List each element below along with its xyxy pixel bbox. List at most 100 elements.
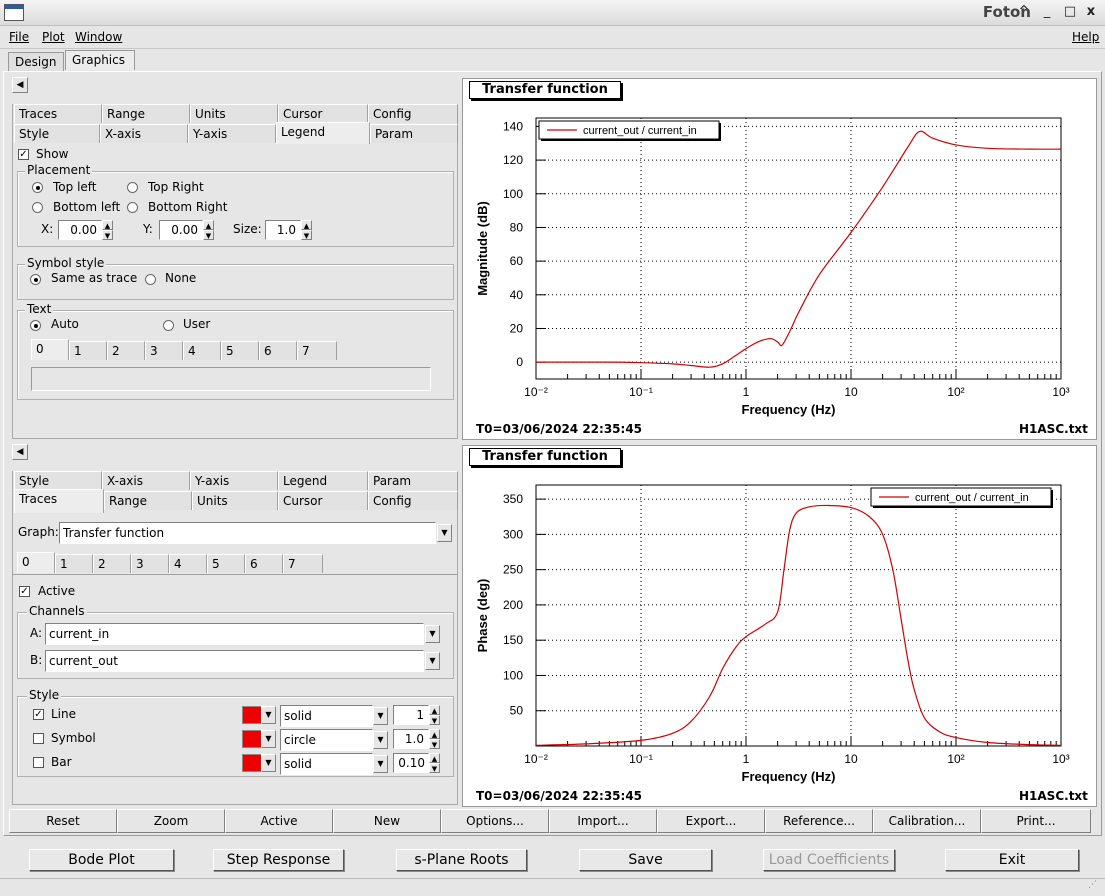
line-checkbox[interactable]: ✓ xyxy=(33,709,44,720)
legend-text-tab-7[interactable]: 7 xyxy=(297,341,337,360)
symbol-type-arrow[interactable]: ▼ xyxy=(373,731,388,749)
exit-button[interactable]: Exit xyxy=(945,849,1079,871)
tab-cursor-lower[interactable]: Cursor xyxy=(278,491,368,510)
legend-text-tab-2[interactable]: 2 xyxy=(107,341,145,360)
line-color-swatch[interactable] xyxy=(242,706,262,724)
y-input[interactable]: 0.00 xyxy=(159,220,203,240)
tab-units-lower[interactable]: Units xyxy=(192,491,278,510)
menu-file[interactable]: File xyxy=(9,30,29,44)
bar-checkbox[interactable] xyxy=(33,757,44,768)
options-button[interactable]: Options... xyxy=(441,809,549,833)
size-spin-up[interactable]: ▲ xyxy=(301,220,312,230)
size-spin-down[interactable]: ▼ xyxy=(301,230,312,240)
tab-range[interactable]: Range xyxy=(102,104,190,123)
tab-range-lower[interactable]: Range xyxy=(104,491,192,510)
bar-width-spin-down[interactable]: ▼ xyxy=(429,763,440,773)
channel-a-arrow[interactable]: ▼ xyxy=(425,625,440,643)
legend-text-tab-0[interactable]: 0 xyxy=(31,339,69,360)
trace-tab-3[interactable]: 3 xyxy=(131,554,169,573)
menu-window[interactable]: Window xyxy=(75,30,122,44)
show-checkbox[interactable]: ✓ xyxy=(18,149,29,160)
phase-plot-pad[interactable]: Transfer function 10⁻² 10⁻¹ 1 10 10² 10³ 50 100… xyxy=(462,445,1097,807)
tab-x-axis[interactable]: X-axis xyxy=(100,124,188,143)
x-spin-down[interactable]: ▼ xyxy=(102,230,113,240)
trace-tab-7[interactable]: 7 xyxy=(283,554,323,573)
upper-collapse-button[interactable]: ◀ xyxy=(12,77,28,93)
channel-b-arrow[interactable]: ▼ xyxy=(425,652,440,670)
tab-config[interactable]: Config xyxy=(368,104,458,123)
x-input[interactable]: 0.00 xyxy=(58,220,102,240)
tab-style-lower[interactable]: Style xyxy=(14,471,102,490)
tab-y-axis-lower[interactable]: Y-axis xyxy=(190,471,278,490)
top-left-radio[interactable] xyxy=(32,182,43,193)
trace-tab-4[interactable]: 4 xyxy=(169,554,207,573)
channel-a-select[interactable]: current_in xyxy=(45,623,424,645)
top-right-radio[interactable] xyxy=(127,182,138,193)
reference-button[interactable]: Reference... xyxy=(765,809,873,833)
line-color-arrow[interactable]: ▼ xyxy=(261,706,276,724)
symbol-size-input[interactable]: 1.0 xyxy=(393,729,429,749)
symbol-type-select[interactable]: circle xyxy=(280,729,373,751)
line-width-input[interactable]: 1 xyxy=(393,705,429,725)
tab-config-lower[interactable]: Config xyxy=(368,491,458,510)
tab-style[interactable]: Style xyxy=(14,124,100,143)
active-checkbox[interactable]: ✓ xyxy=(19,586,30,597)
trace-tab-0[interactable]: 0 xyxy=(17,552,55,573)
tab-x-axis-lower[interactable]: X-axis xyxy=(102,471,190,490)
trace-tab-6[interactable]: 6 xyxy=(245,554,283,573)
legend-text-tab-1[interactable]: 1 xyxy=(69,341,107,360)
line-type-arrow[interactable]: ▼ xyxy=(373,707,388,725)
s-plane-roots-button[interactable]: s-Plane Roots xyxy=(396,849,527,871)
legend-text-tab-6[interactable]: 6 xyxy=(259,341,297,360)
shade-button[interactable]: ^ xyxy=(1015,3,1033,21)
graph-select-arrow[interactable]: ▼ xyxy=(437,524,452,542)
tab-legend[interactable]: Legend xyxy=(276,122,370,144)
tab-design[interactable]: Design xyxy=(8,52,64,72)
minimize-button[interactable]: _ xyxy=(1038,3,1056,21)
tab-traces-lower[interactable]: Traces xyxy=(14,489,104,513)
import-button[interactable]: Import... xyxy=(549,809,657,833)
close-button[interactable]: x xyxy=(1082,3,1100,21)
bar-width-spin-up[interactable]: ▲ xyxy=(429,753,440,763)
menu-plot[interactable]: Plot xyxy=(42,30,65,44)
line-type-select[interactable]: solid xyxy=(280,705,373,727)
trace-tab-2[interactable]: 2 xyxy=(93,554,131,573)
bottom-right-radio[interactable] xyxy=(127,202,138,213)
tab-param[interactable]: Param xyxy=(370,124,458,143)
print-button[interactable]: Print... xyxy=(981,809,1091,833)
trace-tab-5[interactable]: 5 xyxy=(207,554,245,573)
x-spin-up[interactable]: ▲ xyxy=(102,220,113,230)
channel-b-select[interactable]: current_out xyxy=(45,650,424,672)
symbol-size-spin-down[interactable]: ▼ xyxy=(429,739,440,749)
graph-select[interactable]: Transfer function xyxy=(59,522,436,544)
tab-units[interactable]: Units xyxy=(190,104,278,123)
y-spin-up[interactable]: ▲ xyxy=(203,220,214,230)
legend-text-tab-4[interactable]: 4 xyxy=(183,341,221,360)
bar-color-arrow[interactable]: ▼ xyxy=(261,754,276,772)
bar-type-arrow[interactable]: ▼ xyxy=(373,755,388,773)
line-width-spin-up[interactable]: ▲ xyxy=(429,705,440,715)
symbol-color-swatch[interactable] xyxy=(242,730,262,748)
user-radio[interactable] xyxy=(163,320,174,331)
load-coefficients-button[interactable]: Load Coefficients xyxy=(763,849,895,871)
symbol-color-arrow[interactable]: ▼ xyxy=(261,730,276,748)
none-radio[interactable] xyxy=(145,274,156,285)
line-width-spin-down[interactable]: ▼ xyxy=(429,715,440,725)
step-response-button[interactable]: Step Response xyxy=(213,849,344,871)
calibration-button[interactable]: Calibration... xyxy=(873,809,981,833)
symbol-checkbox[interactable] xyxy=(33,733,44,744)
bar-type-select[interactable]: solid xyxy=(280,753,373,775)
zoom-button[interactable]: Zoom xyxy=(117,809,225,833)
auto-radio[interactable] xyxy=(30,320,41,331)
save-button[interactable]: Save xyxy=(579,849,712,871)
magnitude-plot-pad[interactable]: Transfer function 10⁻² 10⁻¹ 1 10 10² 10³ 0 20 40… xyxy=(462,78,1097,440)
legend-text-tab-5[interactable]: 5 xyxy=(221,341,259,360)
tab-y-axis[interactable]: Y-axis xyxy=(188,124,276,143)
trace-tab-1[interactable]: 1 xyxy=(55,554,93,573)
bode-plot-button[interactable]: Bode Plot xyxy=(29,849,174,871)
maximize-button[interactable]: □ xyxy=(1061,3,1079,21)
lower-collapse-button[interactable]: ◀ xyxy=(12,444,28,460)
active-button[interactable]: Active xyxy=(225,809,333,833)
menu-help[interactable]: Help xyxy=(1072,30,1099,44)
export-button[interactable]: Export... xyxy=(657,809,765,833)
